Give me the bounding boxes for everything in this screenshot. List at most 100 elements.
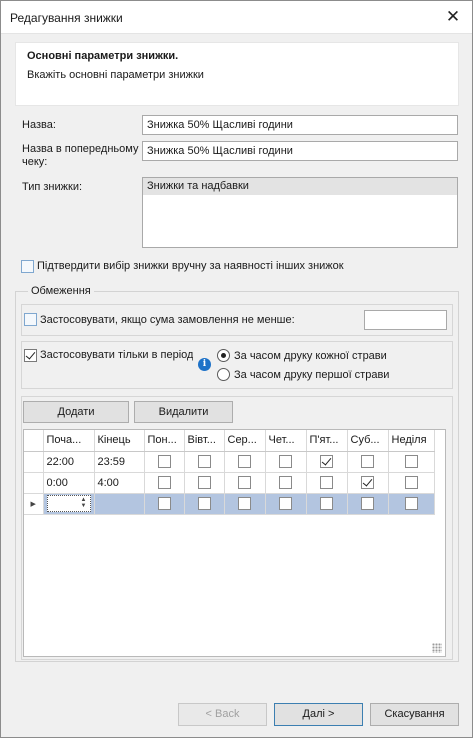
column-header-friday[interactable]: П'ят... (306, 430, 348, 452)
header-panel: Основні параметри знижки. Вкажіть основн… (15, 42, 459, 106)
wednesday-checkbox[interactable] (238, 497, 251, 510)
row-header[interactable] (24, 472, 44, 494)
cell-saturday (347, 493, 389, 515)
cell-thursday (265, 472, 307, 494)
cell-start-time[interactable]: 0:00 (43, 472, 95, 494)
min-sum-input[interactable] (364, 310, 447, 330)
header-title: Основні параметри знижки. (27, 50, 179, 62)
cell-tuesday (184, 451, 225, 473)
new-table-row[interactable]: ▶ ▲ ▼ (24, 493, 435, 515)
spin-down-icon[interactable]: ▼ (79, 503, 89, 509)
cell-tuesday (184, 472, 225, 494)
radio-first-dish[interactable] (217, 368, 230, 381)
tuesday-checkbox[interactable] (197, 497, 211, 510)
cell-saturday (347, 451, 389, 473)
friday-checkbox[interactable] (320, 455, 333, 468)
cell-monday (144, 472, 185, 494)
column-header-wednesday[interactable]: Сер... (224, 430, 266, 452)
cancel-button[interactable]: Скасування (370, 703, 459, 726)
sunday-checkbox[interactable] (404, 497, 418, 510)
friday-checkbox[interactable] (320, 497, 333, 510)
next-button[interactable]: Далі > (274, 703, 363, 726)
saturday-checkbox[interactable] (361, 455, 374, 468)
cell-thursday (265, 493, 307, 515)
column-header-monday[interactable]: Пон... (144, 430, 185, 452)
grid-header-row: Поча... Кінець Пон... Вівт... Сер... Чет… (24, 430, 435, 452)
monday-checkbox[interactable] (157, 497, 171, 510)
column-header-saturday[interactable]: Суб... (347, 430, 389, 452)
cell-friday (306, 472, 348, 494)
thursday-checkbox[interactable] (279, 455, 292, 468)
friday-checkbox[interactable] (320, 476, 333, 489)
column-header-sunday[interactable]: Неділя (388, 430, 435, 452)
monday-checkbox[interactable] (157, 455, 171, 468)
monday-checkbox[interactable] (157, 476, 171, 489)
info-icon: i (198, 358, 211, 371)
cell-sunday (388, 472, 435, 494)
cell-wednesday (224, 451, 266, 473)
cell-sunday (388, 493, 435, 515)
cell-end-time[interactable]: 23:59 (94, 451, 145, 473)
thursday-checkbox[interactable] (279, 476, 292, 489)
cell-end-time[interactable] (94, 493, 145, 515)
row-header-corner (24, 430, 44, 452)
current-row-icon: ▶ (30, 500, 36, 508)
cell-end-time[interactable]: 4:00 (94, 472, 145, 494)
start-time-editor[interactable]: ▲ ▼ (46, 495, 91, 512)
discount-type-label: Тип знижки: (22, 181, 83, 193)
sunday-checkbox[interactable] (404, 476, 418, 489)
discount-type-option[interactable]: Знижки та надбавки (143, 178, 457, 195)
wednesday-checkbox[interactable] (238, 455, 251, 468)
back-button[interactable]: < Back (178, 703, 267, 726)
column-header-start[interactable]: Поча... (43, 430, 95, 452)
dialog-window: Редагування знижки ✕ Основні параметри з… (0, 0, 473, 738)
name-input[interactable]: Знижка 50% Щасливі години (142, 115, 458, 135)
cell-monday (144, 493, 185, 515)
column-header-end[interactable]: Кінець (94, 430, 145, 452)
min-sum-label: Застосовувати, якщо сума замовлення не м… (40, 314, 295, 326)
column-header-tuesday[interactable]: Вівт... (184, 430, 225, 452)
cell-saturday (347, 472, 389, 494)
tuesday-checkbox[interactable] (197, 476, 211, 489)
confirm-manual-label: Підтвердити вибір знижки вручну за наявн… (37, 260, 344, 272)
saturday-checkbox[interactable] (361, 476, 374, 489)
receipt-name-input[interactable]: Знижка 50% Щасливі години (142, 141, 458, 161)
restrictions-legend: Обмеження (28, 285, 94, 297)
saturday-checkbox[interactable] (361, 497, 374, 510)
cell-thursday (265, 451, 307, 473)
cell-wednesday (224, 472, 266, 494)
tuesday-checkbox[interactable] (197, 455, 211, 468)
header-subtitle: Вкажіть основні параметри знижки (27, 69, 204, 81)
min-sum-checkbox[interactable] (24, 313, 37, 326)
spin-arrows-icon[interactable]: ▲ ▼ (79, 497, 89, 510)
column-header-thursday[interactable]: Чет... (265, 430, 307, 452)
thursday-checkbox[interactable] (279, 497, 292, 510)
sunday-checkbox[interactable] (404, 455, 418, 468)
resize-grip[interactable] (432, 643, 442, 653)
cell-tuesday (184, 493, 225, 515)
row-header[interactable] (24, 451, 44, 473)
wednesday-checkbox[interactable] (238, 476, 251, 489)
cell-monday (144, 451, 185, 473)
radio-first-dish-label: За часом друку першої страви (234, 369, 390, 381)
cell-friday (306, 493, 348, 515)
period-label: Застосовувати тільки в період (40, 349, 193, 361)
add-button[interactable]: Додати (23, 401, 129, 423)
confirm-manual-checkbox[interactable] (21, 260, 34, 273)
cell-friday (306, 451, 348, 473)
title-bar: Редагування знижки ✕ (1, 1, 472, 34)
delete-button[interactable]: Видалити (134, 401, 233, 423)
radio-each-dish-label: За часом друку кожної страви (234, 350, 387, 362)
discount-type-list[interactable]: Знижки та надбавки (142, 177, 458, 248)
receipt-name-label-line1: Назва в попередньому (22, 143, 139, 155)
radio-each-dish[interactable] (217, 349, 230, 362)
window-title: Редагування знижки (10, 11, 123, 25)
table-row[interactable]: 0:00 4:00 (24, 472, 435, 494)
row-header[interactable]: ▶ (24, 493, 44, 515)
cell-start-time[interactable]: ▲ ▼ (43, 493, 95, 515)
period-checkbox[interactable] (24, 349, 37, 362)
schedule-grid: Поча... Кінець Пон... Вівт... Сер... Чет… (23, 429, 446, 657)
cell-start-time[interactable]: 22:00 (43, 451, 95, 473)
table-row[interactable]: 22:00 23:59 (24, 451, 435, 473)
close-icon[interactable]: ✕ (438, 2, 468, 32)
